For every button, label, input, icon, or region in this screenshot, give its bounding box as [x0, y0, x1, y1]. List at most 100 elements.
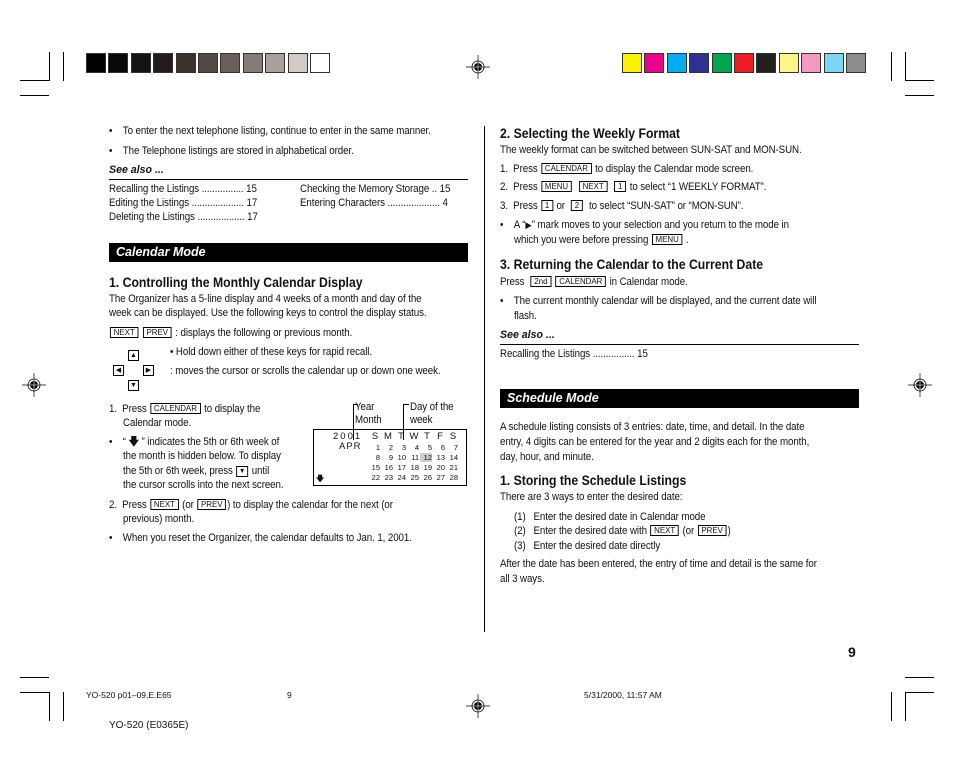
body-text: Press 2nd CALENDAR in Calendar mode. — [500, 275, 688, 289]
body-text: week can be displayed. Use the following… — [109, 307, 427, 319]
menu-key: MENU — [651, 234, 683, 245]
color-swatch — [175, 53, 196, 73]
bullet-item: • “ 🡇 ” indicates the 5th or 6th week of — [109, 436, 280, 448]
step-item: 2. Press MENU NEXT 1 to select “1 WEEKLY… — [500, 180, 766, 194]
column-divider — [484, 126, 485, 632]
see-also-link[interactable]: Checking the Memory Storage .. 15 — [300, 182, 450, 196]
calendar-day: 28 — [449, 473, 458, 482]
link-page: 15 — [637, 348, 648, 360]
down-arrow-key-icon: ▼ — [236, 466, 249, 477]
footer-datetime: 5/31/2000, 11:57 AM — [584, 690, 662, 700]
bullet-text: ” mark moves to your selection and you r… — [531, 219, 789, 231]
color-swatch — [711, 53, 732, 73]
weekday-header: F — [437, 431, 443, 442]
calendar-day: 18 — [410, 463, 419, 472]
link-title: Deleting the Listings .................. — [109, 211, 245, 223]
link-title: Entering Characters .................... — [300, 197, 440, 209]
step-text: to select “1 WEEKLY FORMAT”. — [629, 181, 767, 193]
step-text: to select “SUN-SAT” or “MON-SUN”. — [589, 200, 744, 212]
bullet-text: ” indicates the 5th or 6th week of — [141, 436, 280, 448]
calendar-day: 22 — [371, 473, 380, 482]
list-item: (1) Enter the desired date in Calendar m… — [514, 510, 706, 524]
body-text: After the date has been entered, the ent… — [500, 558, 817, 570]
callout-label-dow: week — [410, 414, 433, 426]
section-heading: 2. Selecting the Weekly Format — [500, 126, 680, 141]
bullet-item: • To enter the next telephone listing, c… — [109, 125, 431, 137]
list-item: (2) Enter the desired date with NEXT (or… — [514, 524, 731, 538]
crop-mark — [905, 692, 934, 693]
color-swatch — [846, 53, 866, 73]
calendar-key: CALENDAR — [541, 163, 592, 174]
bullet-item: • A “▶” mark moves to your selection and… — [500, 219, 789, 231]
list-text: Enter the desired date directly — [533, 540, 661, 552]
up-arrow-key-icon: ▲ — [128, 350, 139, 361]
crop-mark — [905, 52, 906, 81]
callout-line — [403, 404, 409, 405]
calendar-day: 21 — [449, 463, 458, 472]
step-text: Calendar mode. — [123, 417, 192, 429]
schedule-mode-section-bar: Schedule Mode — [500, 389, 859, 408]
see-also-rule — [109, 179, 468, 180]
calendar-day: 19 — [423, 463, 432, 472]
calendar-day: 20 — [436, 463, 445, 472]
crop-mark — [905, 95, 934, 96]
step-item: 1. Press CALENDAR to display the Calenda… — [500, 162, 753, 176]
calendar-day: 8 — [375, 453, 380, 462]
bullet-text: the 5th or 6th week, press ▼ until — [123, 464, 269, 478]
color-swatch — [622, 53, 642, 73]
see-also-label: See also ... — [500, 329, 555, 341]
body-text: A schedule listing consists of 3 entries… — [500, 421, 805, 433]
calendar-month: APR — [339, 441, 362, 452]
color-swatch — [644, 53, 665, 73]
step-number: 2. — [109, 499, 117, 511]
bullet-text: flash. — [514, 310, 537, 322]
bullet-text: which you were before pressing MENU . — [514, 233, 689, 247]
link-title: Recalling the Listings ................ — [109, 183, 244, 195]
callout-label-month: Month — [355, 414, 382, 426]
prev-key: PREV — [142, 327, 172, 338]
registration-mark-icon — [908, 373, 932, 397]
calendar-key: CALENDAR — [555, 276, 607, 287]
color-swatch — [801, 53, 822, 73]
list-text: Enter the desired date with — [533, 525, 647, 537]
callout-label-dow: Day of the — [410, 401, 454, 413]
color-swatch — [86, 53, 106, 73]
weekday-header: T — [424, 431, 430, 442]
list-number: (1) — [514, 511, 526, 523]
section-heading: 3. Returning the Calendar to the Current… — [500, 257, 764, 272]
body-text: day, hour, and minute. — [500, 451, 594, 463]
see-also-link[interactable]: Deleting the Listings ..................… — [109, 210, 258, 224]
calendar-day-highlighted: 12 — [420, 453, 432, 462]
list-text: (or — [682, 525, 695, 537]
page-number: 9 — [848, 644, 856, 660]
color-swatch — [108, 53, 129, 73]
color-swatch — [756, 53, 777, 73]
bullet-item: • The current monthly calendar will be d… — [500, 295, 817, 307]
bullet-text: the 5th or 6th week, press — [123, 465, 233, 477]
calendar-day: 25 — [410, 473, 419, 482]
step-text: Press — [500, 276, 525, 288]
see-also-link[interactable]: Editing the Listings ...................… — [109, 196, 257, 210]
list-text: Enter the desired date in Calendar mode — [533, 511, 706, 523]
color-swatch — [220, 53, 241, 73]
weekday-header: M — [384, 431, 392, 442]
see-also-link[interactable]: Recalling the Listings ................ … — [109, 182, 257, 196]
next-key: NEXT — [109, 327, 139, 338]
color-swatch — [153, 53, 174, 73]
bullet-item: • When you reset the Organizer, the cale… — [109, 532, 412, 544]
key-desc-text: : displays the following or previous mon… — [175, 327, 353, 339]
weekday-header: T — [398, 431, 404, 442]
calendar-day: 6 — [440, 443, 445, 452]
step-text: in Calendar mode. — [609, 276, 688, 288]
list-text: ) — [727, 525, 731, 537]
color-swatch — [242, 53, 263, 73]
link-page: 4 — [442, 197, 448, 209]
see-also-link[interactable]: Entering Characters ....................… — [300, 196, 448, 210]
step-number: 1. — [500, 163, 508, 175]
step-text: (or — [182, 499, 194, 511]
quote: “ — [122, 436, 126, 448]
key-description: NEXT PREV : displays the following or pr… — [109, 326, 352, 340]
see-also-link[interactable]: Recalling the Listings ................ … — [500, 347, 648, 361]
body-text: The Organizer has a 5-line display and 4… — [109, 293, 422, 305]
crop-mark — [905, 80, 934, 81]
